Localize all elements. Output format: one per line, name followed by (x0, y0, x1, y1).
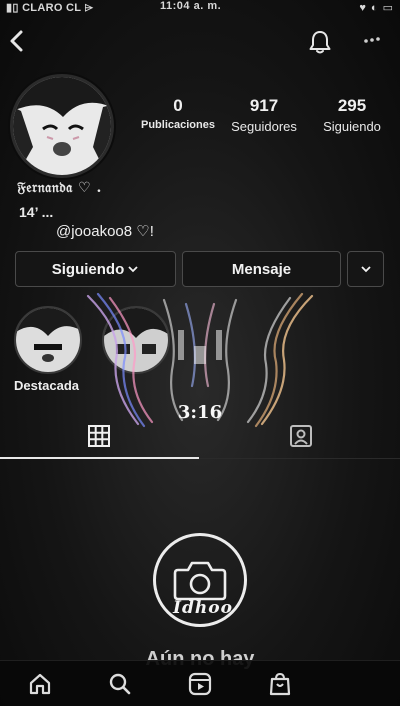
sticker-text: 3:16 (177, 402, 223, 423)
reels-icon (188, 672, 212, 696)
tab-posts-grid[interactable] (86, 424, 112, 448)
chevron-down-icon (128, 266, 138, 273)
ellipsis-icon (364, 37, 380, 43)
chevron-left-icon (10, 30, 23, 52)
nav-shop[interactable] (267, 671, 293, 697)
highlight-label: Destacada (14, 378, 80, 393)
nav-search[interactable] (107, 671, 133, 697)
profile-stats: 0 Publicaciones 917 Seguidores 295 Sigui… (136, 96, 396, 142)
following-button-label: Siguiendo (51, 260, 125, 278)
stat-followers-value: 917 (249, 96, 279, 115)
tab-tagged[interactable] (287, 424, 315, 448)
message-button[interactable]: Mensaje (182, 251, 341, 287)
back-button[interactable] (6, 28, 28, 54)
status-bar: ▮▯ CLARO CL ⌲ 11:04 a. m. ♥ ◐ ▭ (0, 0, 400, 16)
stat-posts-value: 0 (173, 96, 183, 115)
active-tab-indicator (0, 457, 199, 459)
status-icons: ♥ ◐ ▭ (359, 2, 394, 14)
profile-mention-link[interactable]: @jooakoo8 ♡! (56, 222, 154, 240)
suggested-accounts-button[interactable] (347, 251, 384, 287)
highlight-destacada[interactable] (14, 306, 82, 374)
highlight-cover-image (16, 308, 80, 372)
bottom-navigation (0, 660, 400, 706)
shop-icon (269, 672, 291, 696)
carrier-label: ▮▯ CLARO CL ⌲ (6, 2, 94, 14)
decorative-sticker: 3:16 (82, 290, 318, 430)
search-icon (109, 673, 131, 695)
stat-followers[interactable]: 917 Seguidores (222, 96, 306, 134)
stat-posts[interactable]: 0 Publicaciones (136, 96, 220, 131)
clock: 11:04 a. m. (160, 0, 222, 12)
empty-state-overlay-text: Idhoo (173, 598, 233, 618)
following-button[interactable]: Siguiendo (15, 251, 176, 287)
home-icon (29, 673, 51, 695)
chevron-down-icon (360, 266, 371, 273)
message-button-label: Mensaje (231, 260, 292, 278)
notifications-button[interactable] (306, 28, 334, 56)
nav-home[interactable] (27, 671, 53, 697)
more-options-button[interactable] (360, 30, 384, 50)
grid-icon (88, 425, 110, 447)
stat-following-value: 295 (337, 96, 367, 115)
profile-name: 𝔉𝔢𝔯𝔫𝔞𝔫𝔡𝔞 ♡ . (17, 180, 102, 196)
bell-icon (309, 31, 331, 54)
avatar-illustration (13, 77, 111, 175)
stat-followers-label: Seguidores (231, 119, 297, 134)
nav-reels[interactable] (187, 671, 213, 697)
stat-following[interactable]: 295 Siguiendo (310, 96, 394, 134)
profile-avatar[interactable] (10, 74, 114, 178)
tab-divider (199, 458, 400, 459)
person-tag-icon (290, 425, 312, 447)
profile-bio: 14’ ... (19, 204, 54, 220)
stat-posts-label: Publicaciones (141, 119, 215, 131)
stat-following-label: Siguiendo (323, 119, 381, 134)
